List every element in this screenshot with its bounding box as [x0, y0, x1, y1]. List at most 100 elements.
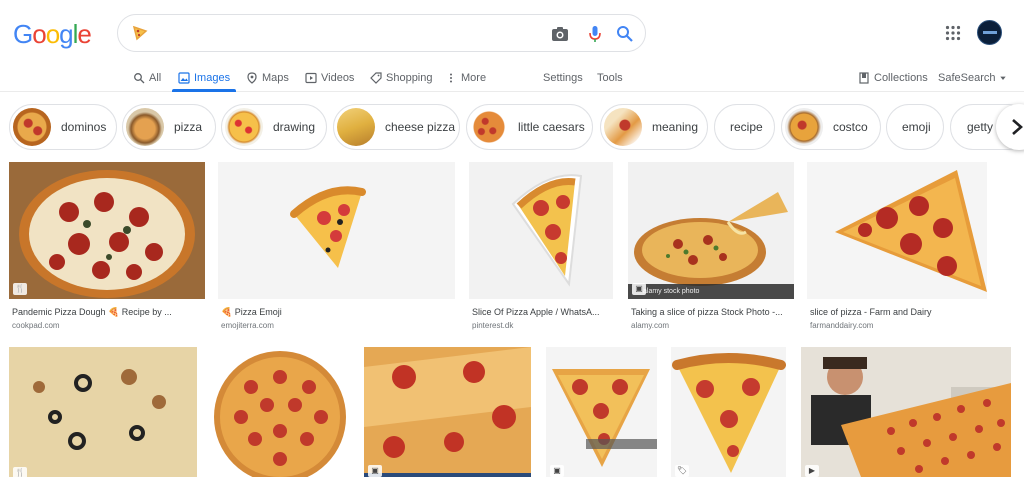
- chip-little-caesars[interactable]: little caesars: [466, 104, 593, 150]
- result-thumbnail[interactable]: 🏷: [671, 347, 786, 477]
- recipe-badge-icon: 🍴: [13, 283, 27, 295]
- chip-meaning[interactable]: meaning: [600, 104, 708, 150]
- result-source[interactable]: cookpad.com: [12, 321, 60, 330]
- result-thumbnail[interactable]: 🍴: [9, 162, 205, 299]
- chip-pizza[interactable]: pizza: [122, 104, 216, 150]
- tab-images[interactable]: Images: [178, 69, 230, 87]
- search-input[interactable]: [117, 14, 646, 52]
- result-source[interactable]: pinterest.dk: [472, 321, 513, 330]
- chip-dominos[interactable]: dominos: [9, 104, 117, 150]
- chip-drawing[interactable]: drawing: [221, 104, 327, 150]
- tab-maps[interactable]: Maps: [246, 69, 289, 87]
- pizza-image: [9, 162, 205, 299]
- tab-more[interactable]: More: [445, 69, 486, 87]
- tag-badge-icon: 🏷: [675, 465, 689, 477]
- result-source[interactable]: alamy.com: [631, 321, 669, 330]
- tag-icon: [370, 72, 382, 84]
- logo-letter: e: [77, 19, 92, 49]
- image-result[interactable]: alamy stock photo ▣ Taking a slice of pi…: [628, 162, 794, 332]
- image-result[interactable]: 🍴: [9, 347, 197, 477]
- image-result[interactable]: Slice Of Pizza Apple / WhatsA... pintere…: [469, 162, 613, 332]
- logo-letter: g: [59, 19, 74, 49]
- cheesy-slice-image: [364, 347, 531, 477]
- chip-label: recipe: [730, 120, 763, 134]
- giant-pizza-video-image: [801, 347, 1011, 477]
- chevron-right-icon: [1012, 119, 1023, 135]
- result-thumbnail[interactable]: ▶: [801, 347, 1011, 477]
- safesearch-dropdown[interactable]: SafeSearch: [938, 69, 1007, 87]
- result-thumbnail[interactable]: 🍴: [9, 347, 197, 477]
- camera-icon[interactable]: [550, 24, 570, 44]
- result-thumbnail[interactable]: [218, 162, 455, 299]
- search-icon: [134, 73, 145, 84]
- image-result[interactable]: 🏷: [671, 347, 786, 477]
- result-title[interactable]: Taking a slice of pizza Stock Photo -...: [631, 307, 793, 317]
- tab-all[interactable]: All: [133, 69, 161, 87]
- result-title[interactable]: slice of pizza - Farm and Dairy: [810, 307, 986, 317]
- search-tabs: All Images Maps Videos Shopping More Set…: [0, 64, 1024, 92]
- result-thumbnail[interactable]: ▣: [364, 347, 531, 477]
- result-title[interactable]: Slice Of Pizza Apple / WhatsA...: [472, 307, 612, 317]
- alamy-watermark: alamy stock photo: [643, 288, 700, 295]
- tab-label: Maps: [262, 72, 289, 84]
- recipe-badge-icon: 🍴: [13, 467, 27, 477]
- result-title[interactable]: 🍕 Pizza Emoji: [221, 307, 451, 318]
- image-result[interactable]: 🍕 Pizza Emoji emojiterra.com: [218, 162, 455, 332]
- top-bar: Google: [0, 0, 1024, 64]
- apps-grid-icon[interactable]: [945, 25, 961, 41]
- active-tab-indicator: [172, 89, 236, 92]
- tab-label: All: [149, 72, 162, 84]
- result-source[interactable]: farmanddairy.com: [810, 321, 873, 330]
- image-result[interactable]: ▶: [801, 347, 1011, 477]
- logo-letter: o: [45, 19, 61, 49]
- chip-cheese-pizza[interactable]: cheese pizza: [333, 104, 460, 150]
- google-logo[interactable]: Google: [13, 19, 92, 50]
- image-result[interactable]: slice of pizza - Farm and Dairy farmandd…: [807, 162, 987, 332]
- image-result[interactable]: ▣: [546, 347, 657, 477]
- more-vert-icon: [450, 73, 452, 83]
- chip-thumbnail: [225, 108, 263, 146]
- collections-label: Collections: [874, 72, 928, 84]
- image-result[interactable]: ▣: [364, 347, 531, 477]
- microphone-icon[interactable]: [585, 24, 605, 44]
- chip-label: costco: [833, 120, 868, 134]
- logo-letter: G: [13, 19, 33, 49]
- chip-label: little caesars: [518, 120, 585, 134]
- bookmark-icon: [859, 72, 869, 84]
- search-icon[interactable]: [615, 24, 635, 44]
- pizza-slice-photo-image: [807, 162, 987, 299]
- chip-costco[interactable]: costco: [781, 104, 881, 150]
- tab-label: Images: [194, 72, 231, 84]
- olive-pizza-image: [9, 347, 197, 477]
- tab-shopping[interactable]: Shopping: [370, 69, 433, 87]
- tab-label: Videos: [321, 72, 355, 84]
- safesearch-label: SafeSearch: [938, 72, 996, 84]
- image-result[interactable]: 🍴 Pandemic Pizza Dough 🍕 Recipe by ... c…: [9, 162, 205, 332]
- result-thumbnail[interactable]: ▣: [546, 347, 657, 477]
- result-thumbnail[interactable]: [469, 162, 613, 299]
- settings-link[interactable]: Settings: [543, 69, 583, 87]
- chip-emoji[interactable]: emoji: [886, 104, 944, 150]
- triangle-slice-image: [552, 369, 657, 467]
- image-badge-icon: ▣: [550, 465, 564, 477]
- chip-thumbnail: [13, 108, 51, 146]
- pizza-emoji-image: [290, 186, 366, 268]
- tab-videos[interactable]: Videos: [305, 69, 354, 87]
- image-icon: [178, 72, 190, 84]
- logo-letter: o: [32, 19, 47, 49]
- result-title[interactable]: Pandemic Pizza Dough 🍕 Recipe by ...: [12, 307, 202, 318]
- result-source[interactable]: emojiterra.com: [221, 321, 274, 330]
- collections-link[interactable]: Collections: [858, 69, 928, 87]
- chip-label: cheese pizza: [385, 120, 456, 134]
- caret-down-icon: [1000, 76, 1007, 80]
- chip-thumbnail: [470, 108, 508, 146]
- result-thumbnail[interactable]: alamy stock photo ▣: [628, 162, 794, 299]
- account-avatar[interactable]: [977, 20, 1002, 45]
- chip-recipe[interactable]: recipe: [714, 104, 775, 150]
- image-badge-icon: ▣: [632, 283, 646, 295]
- image-result[interactable]: [211, 347, 349, 477]
- tools-link[interactable]: Tools: [597, 69, 623, 87]
- pizza-stock-photo-image: [628, 162, 794, 299]
- result-thumbnail[interactable]: [807, 162, 987, 299]
- result-thumbnail[interactable]: [211, 347, 349, 477]
